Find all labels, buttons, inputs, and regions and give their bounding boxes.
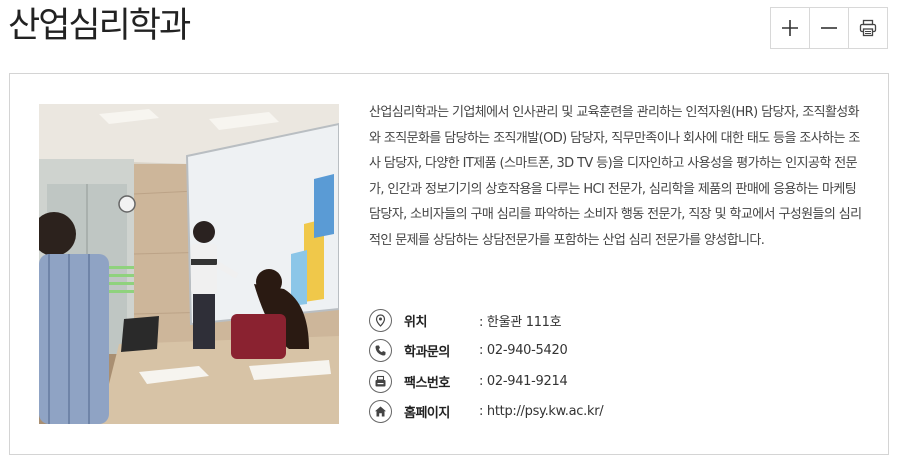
info-label: 위치 [404,314,427,330]
info-row-homepage: 홈페이지 : http://psy.kw.ac.kr/ [369,397,869,428]
info-value-fax: : 02-941-9214 [479,373,568,389]
fax-icon [369,369,392,393]
info-label: 학과문의 [404,345,450,361]
phone-icon [369,339,392,363]
print-button[interactable] [849,8,887,48]
contact-info-list: 위치 : 한울관 111호 학과문의 : 02-940-5420 팩스번호 : … [369,305,869,427]
info-value-phone: : 02-940-5420 [479,343,568,359]
info-row-fax: 팩스번호 : 02-941-9214 [369,366,869,397]
zoom-out-button[interactable] [810,8,849,48]
info-label: 팩스번호 [404,375,450,391]
location-pin-icon [369,308,392,332]
info-row-phone: 학과문의 : 02-940-5420 [369,336,869,367]
info-label: 홈페이지 [404,406,450,422]
plus-icon [782,20,798,36]
info-row-location: 위치 : 한울관 111호 [369,305,869,336]
department-description: 산업심리학과는 기업체에서 인사관리 및 교육훈련을 관리하는 인적자원(HR)… [369,105,862,248]
minus-icon [821,27,837,29]
homepage-link[interactable]: : http://psy.kw.ac.kr/ [479,404,604,419]
view-toolbar [770,7,888,49]
department-photo [39,104,339,424]
home-icon [369,400,392,424]
page-title: 산업심리학과 [8,6,191,46]
department-info-panel: 산업심리학과는 기업체에서 인사관리 및 교육훈련을 관리하는 인적자원(HR)… [9,73,889,455]
zoom-in-button[interactable] [771,8,810,48]
info-value-location: : 한울관 111호 [479,314,562,330]
printer-icon [859,19,877,37]
